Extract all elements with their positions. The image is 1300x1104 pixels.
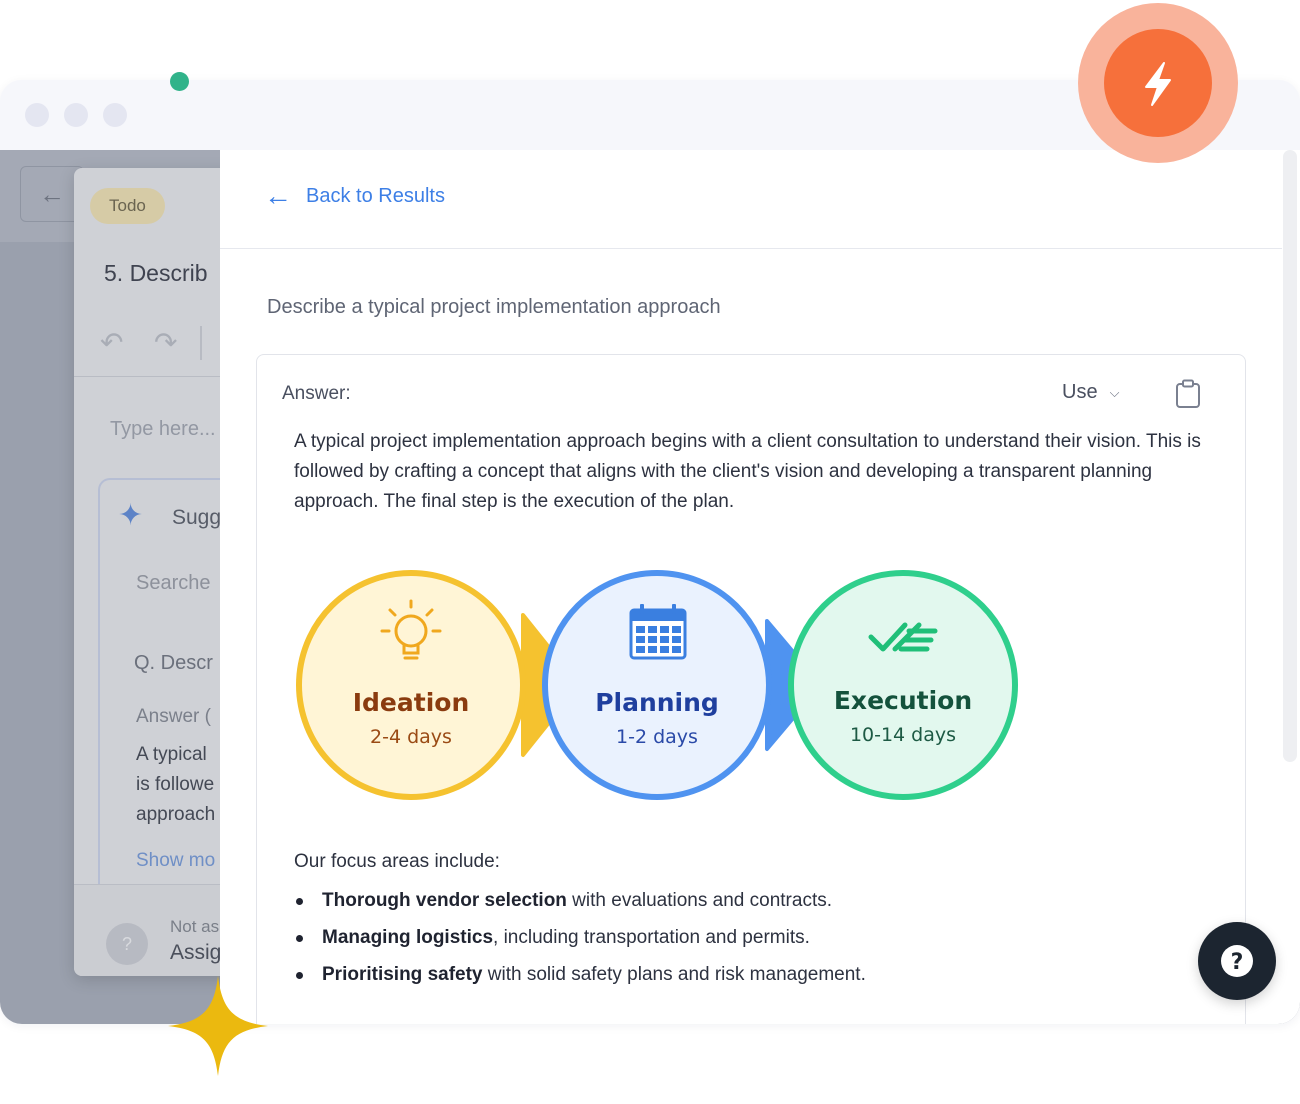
lightning-bolt-icon — [1145, 62, 1171, 106]
scrollbar[interactable] — [1283, 150, 1297, 762]
undo-icon: ↶ — [100, 327, 124, 358]
list-item: Prioritising safety with solid safety pl… — [294, 963, 1214, 987]
background-answer-label: Answer ( — [136, 706, 211, 727]
execution-circle — [788, 570, 1018, 800]
background-suggestion-question: Q. Descr — [134, 652, 213, 674]
app-content: ← Todo 5. Describ ↶ ↷ Type here... ✦ Sug… — [0, 150, 1300, 1024]
calendar-icon — [629, 604, 687, 660]
phase-duration: 1-2 days — [616, 726, 698, 748]
status-badge: Todo — [90, 188, 165, 224]
sparkle-icon — [168, 976, 268, 1076]
question-circle-icon: ? — [1221, 945, 1253, 977]
window-control-dot[interactable] — [25, 103, 49, 127]
use-dropdown-button[interactable]: Use ⌵ — [1062, 381, 1119, 404]
back-to-results-label: Back to Results — [306, 184, 445, 207]
arrow-left-icon: ← — [264, 180, 292, 211]
focus-intro: Our focus areas include: — [294, 851, 500, 872]
background-searched-label: Searche — [136, 572, 211, 594]
phase-duration: 2-4 days — [370, 726, 452, 748]
browser-window: ← Todo 5. Describ ↶ ↷ Type here... ✦ Sug… — [0, 80, 1300, 1024]
bolt-badge — [1078, 3, 1238, 163]
phase-duration: 10-14 days — [850, 724, 956, 746]
answer-card: Answer: Use ⌵ A typical project implemen… — [256, 354, 1246, 1024]
list-item: Thorough vendor selection with evaluatio… — [294, 889, 1214, 913]
help-button[interactable]: ? — [1198, 922, 1276, 1000]
answer-line: A typical — [136, 744, 207, 765]
answer-label: Answer: — [282, 383, 351, 404]
toolbar-divider — [200, 326, 202, 360]
panel-header: ← Back to Results — [220, 150, 1282, 249]
use-label: Use — [1062, 381, 1098, 403]
list-item: Managing logistics, including transporta… — [294, 926, 1214, 950]
phase-name: Execution — [834, 686, 972, 715]
background-assign-link: Assig — [170, 941, 222, 964]
focus-item-text: with solid safety plans and risk managem… — [482, 964, 866, 985]
window-control-dot[interactable] — [103, 103, 127, 127]
planning-circle — [542, 570, 772, 800]
window-control-dot[interactable] — [64, 103, 88, 127]
arrow-left-icon: ← — [39, 179, 65, 209]
background-suggestions-label: Sugg — [172, 506, 222, 529]
bolt-badge-core — [1104, 29, 1212, 137]
stage: ← Todo 5. Describ ↶ ↷ Type here... ✦ Sug… — [0, 0, 1300, 1104]
background-question-title: 5. Describ — [104, 260, 208, 286]
answer-line: approach — [136, 804, 216, 825]
phase-name: Ideation — [353, 688, 470, 717]
sparkle-icon: ✦ — [118, 499, 144, 532]
focus-item-bold: Thorough vendor selection — [322, 890, 567, 911]
clipboard-icon[interactable] — [1175, 379, 1201, 409]
background-assignee-status: Not as — [170, 917, 220, 936]
process-diagram: Ideation 2-4 days Planning 1-2 days Exec… — [296, 570, 1018, 800]
avatar: ? — [106, 923, 148, 965]
chevron-down-icon: ⌵ — [1109, 384, 1120, 400]
question-text: Describe a typical project implementatio… — [267, 296, 721, 318]
background-answer-text: A typical is followe approach — [136, 740, 215, 830]
redo-icon: ↷ — [154, 327, 178, 358]
background-show-more-link: Show mo — [136, 850, 216, 871]
answer-line: is followe — [136, 774, 215, 795]
background-editor-placeholder: Type here... — [110, 418, 216, 440]
focus-item-text: , including transportation and permits. — [493, 927, 810, 948]
decorative-dot — [170, 72, 189, 91]
focus-item-text: with evaluations and contracts. — [566, 890, 832, 911]
help-glyph: ? — [1231, 950, 1244, 975]
focus-item-bold: Prioritising safety — [322, 964, 483, 985]
answer-detail-panel: ← Back to Results Describe a typical pro… — [220, 150, 1300, 1024]
focus-list: Thorough vendor selection with evaluatio… — [294, 889, 1214, 1000]
phase-name: Planning — [595, 688, 719, 717]
focus-item-bold: Managing logistics — [322, 927, 494, 948]
back-to-results-link[interactable]: ← Back to Results — [264, 182, 445, 210]
answer-body: A typical project implementation approac… — [294, 431, 1201, 512]
